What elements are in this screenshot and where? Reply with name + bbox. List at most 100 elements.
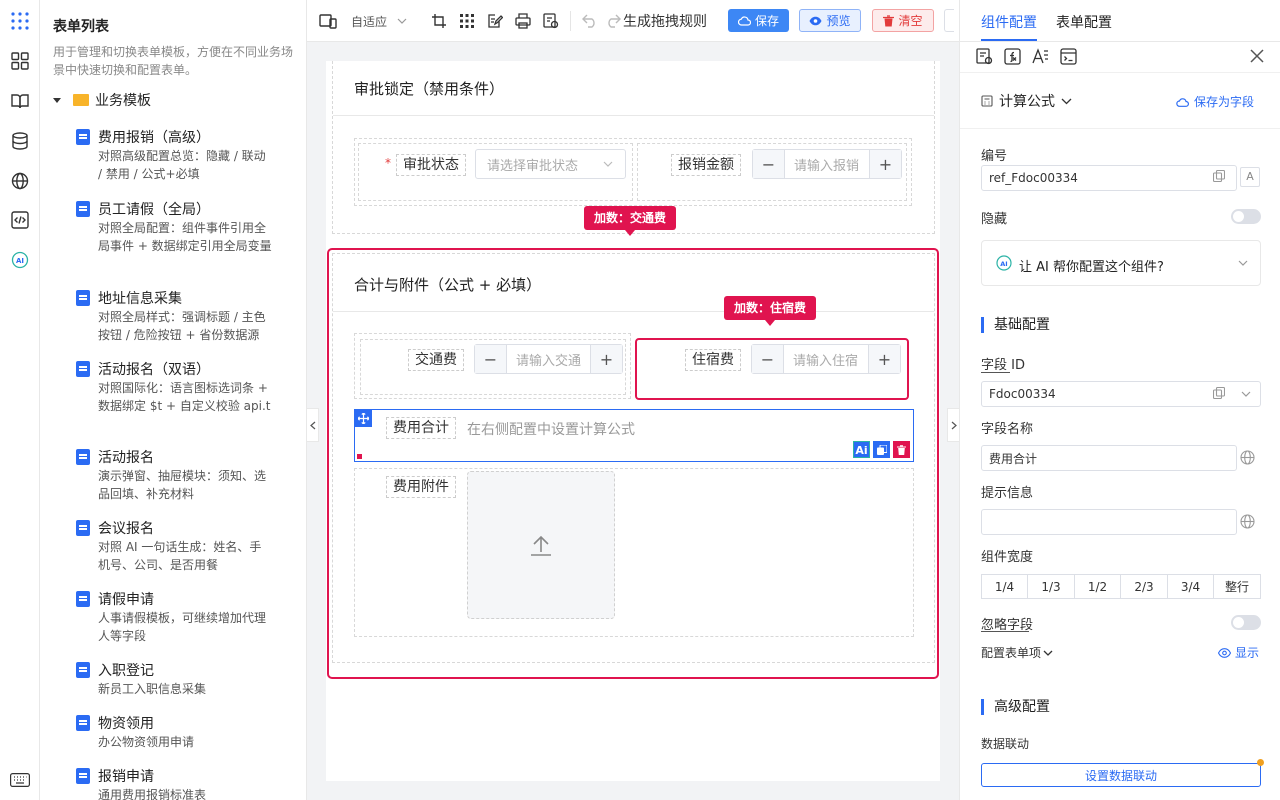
traffic-fee-label: 交通费 (408, 349, 464, 371)
globe-icon[interactable] (1240, 450, 1255, 465)
function-icon[interactable] (1004, 48, 1021, 65)
approval-status-select[interactable]: 请选择审批状态 (475, 149, 626, 179)
ai-help-card[interactable]: AI 让 AI 帮你配置这个组件? (981, 240, 1261, 286)
width-option-full[interactable]: 整行 (1213, 574, 1261, 599)
book-icon[interactable] (9, 90, 31, 112)
divider (333, 311, 934, 312)
left-rail: AI (0, 0, 40, 800)
section-title: 合计与附件（公式 + 必填） (354, 276, 542, 294)
collapse-right-handle[interactable] (947, 408, 959, 442)
minus-button[interactable]: − (475, 345, 507, 373)
plus-button[interactable]: + (869, 150, 901, 178)
globe-icon[interactable] (1240, 514, 1255, 529)
crop-icon[interactable] (431, 12, 447, 30)
chevron-down-icon (603, 161, 613, 167)
document-icon (76, 201, 90, 217)
caret-down-icon (53, 97, 61, 103)
config-items-select[interactable]: 配置表单项 (981, 644, 1053, 661)
collapse-left-handle[interactable] (307, 408, 319, 442)
code-icon[interactable] (9, 209, 31, 231)
style-icon[interactable] (1032, 48, 1049, 65)
apps-grid-icon[interactable] (9, 10, 31, 32)
hotel-fee-input[interactable]: − 请输入住宿 + (751, 344, 901, 374)
more-button[interactable] (944, 9, 954, 32)
reimburse-amount-label: 报销金额 (671, 154, 741, 176)
reimburse-amount-input[interactable]: − 请输入报销 + (752, 149, 902, 179)
copy-icon[interactable] (1213, 170, 1225, 182)
edit-form-icon[interactable] (487, 12, 503, 30)
device-icon[interactable] (319, 12, 337, 30)
minus-button[interactable]: − (753, 150, 785, 178)
close-icon[interactable] (1250, 49, 1264, 63)
delete-button[interactable] (893, 441, 910, 458)
hint-label: 提示信息 (981, 486, 1034, 501)
show-toggle-button[interactable]: 显示 (1218, 644, 1259, 661)
toolbar-divider (570, 11, 571, 31)
formula-type-select[interactable]: 计算公式 (981, 91, 1072, 111)
folder-label: 业务模板 (95, 93, 151, 109)
width-option-1-4[interactable]: 1/4 (981, 574, 1028, 599)
svg-text:AI: AI (16, 257, 24, 265)
copy-button[interactable] (873, 441, 890, 458)
ai-assistant-icon[interactable]: AI (9, 249, 31, 271)
save-button[interactable]: 保存 (728, 9, 789, 32)
globe-icon[interactable] (9, 170, 31, 192)
copy-icon[interactable] (1213, 387, 1225, 399)
underline (981, 372, 1010, 373)
field-id-label: 字段 ID (981, 358, 1025, 373)
chevron-down-icon (1043, 650, 1053, 656)
database-icon[interactable] (9, 130, 31, 152)
chevron-left-icon (309, 421, 315, 429)
eye-icon (1218, 647, 1231, 658)
plus-button[interactable]: + (868, 345, 900, 373)
number-input[interactable]: ref_Fdoc00334 (981, 165, 1237, 191)
upload-area[interactable] (467, 471, 615, 619)
trash-icon (883, 14, 895, 26)
keyboard-icon[interactable] (9, 769, 31, 791)
width-option-1-2[interactable]: 1/2 (1074, 574, 1121, 599)
field-name-input[interactable]: 费用合计 (981, 445, 1237, 471)
print-icon[interactable] (515, 12, 531, 30)
resize-handle[interactable] (357, 454, 362, 459)
form-paper: 审批锁定（禁用条件） * 审批状态 请选择审批状态 报销金额 − 请输入报销 +… (326, 61, 940, 781)
list-title: 表单列表 (53, 19, 109, 35)
document-icon (76, 662, 90, 678)
adaptive-select[interactable]: 自适应 (351, 12, 407, 30)
clear-button[interactable]: 清空 (872, 9, 934, 32)
ignore-field-toggle[interactable] (1231, 615, 1261, 630)
components-icon[interactable] (9, 50, 31, 72)
hidden-toggle[interactable] (1231, 209, 1261, 224)
calculator-icon (981, 95, 993, 107)
ai-config-button[interactable]: Ai (853, 441, 870, 458)
cloud-icon (1176, 97, 1189, 107)
grid-icon[interactable] (459, 12, 475, 30)
document-icon (76, 361, 90, 377)
plus-button[interactable]: + (590, 345, 622, 373)
hint-input[interactable] (981, 509, 1237, 535)
width-option-1-3[interactable]: 1/3 (1027, 574, 1075, 599)
font-style-icon[interactable]: A (1240, 167, 1260, 187)
preview-button[interactable]: 预览 (799, 9, 861, 32)
redo-icon[interactable] (605, 12, 621, 30)
code-icon[interactable] (1060, 48, 1077, 65)
tab-component-config[interactable]: 组件配置 (981, 12, 1037, 32)
addend-traffic-tag: 加数：交通费 (584, 206, 677, 236)
document-icon (76, 449, 90, 465)
width-option-2-3[interactable]: 2/3 (1120, 574, 1168, 599)
set-data-linkage-button[interactable]: 设置数据联动 (981, 763, 1261, 787)
minus-button[interactable]: − (752, 345, 784, 373)
tab-form-config[interactable]: 表单配置 (1056, 12, 1112, 32)
traffic-fee-input[interactable]: − 请输入交通 + (474, 344, 623, 374)
required-mark: * (385, 156, 391, 170)
chevron-down-icon[interactable] (1241, 391, 1251, 397)
json-icon[interactable] (543, 12, 559, 30)
save-as-field-button[interactable]: 保存为字段 (1176, 93, 1254, 110)
props-icon[interactable] (976, 48, 993, 65)
eye-icon (809, 16, 822, 25)
ai-assistant-icon: AI (996, 255, 1012, 271)
width-option-3-4[interactable]: 3/4 (1167, 574, 1214, 599)
drag-handle-icon[interactable] (355, 410, 372, 427)
undo-icon[interactable] (582, 12, 598, 30)
folder-business-templates[interactable]: 业务模板 (53, 90, 151, 110)
generate-drag-rule-button[interactable]: 生成拖拽规则 (623, 12, 707, 30)
